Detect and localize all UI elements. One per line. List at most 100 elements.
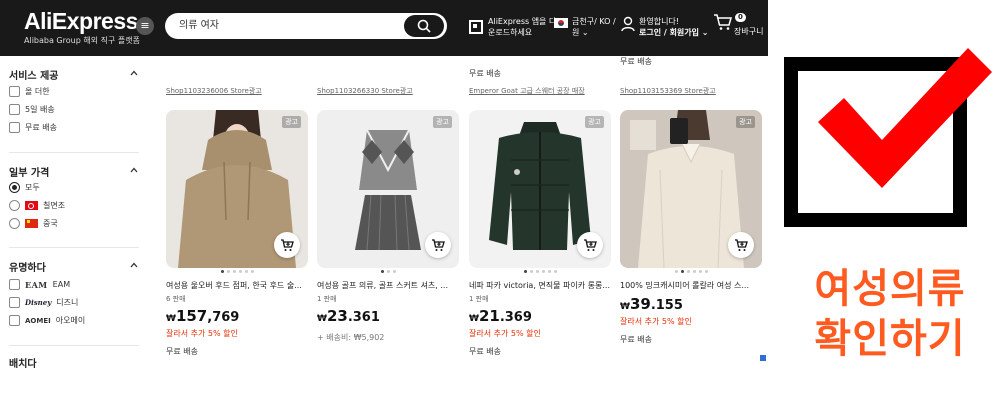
- ship-from-all[interactable]: 모두: [9, 182, 40, 193]
- product-title[interactable]: 100% 밍크캐시미어 롤칼라 여성 스...: [620, 280, 762, 291]
- checkbox[interactable]: [9, 315, 20, 326]
- sold-count: 6 판매: [166, 295, 186, 303]
- search-icon: [417, 19, 431, 33]
- sold-count: 1 판매: [469, 295, 489, 303]
- chevron-up-icon[interactable]: [130, 69, 138, 77]
- add-cart-icon: [432, 239, 445, 251]
- checkbox[interactable]: [9, 86, 20, 97]
- brand-option-eam[interactable]: EAM EAM: [9, 279, 70, 290]
- filter-option-choice[interactable]: 올 더한: [9, 86, 50, 97]
- ad-badge: 광고: [736, 116, 755, 128]
- ship-from-china[interactable]: 중국: [9, 218, 58, 229]
- ad-badge: 광고: [282, 116, 301, 128]
- chevron-up-icon[interactable]: [130, 166, 138, 174]
- product-card[interactable]: 광고 100% 밍크캐시미어 롤칼라 여성 스... ₩39.155 잘라서 추…: [620, 110, 762, 344]
- scroll-marker: [760, 355, 766, 361]
- price-filter-title: 일부 가격: [9, 168, 50, 179]
- add-to-cart-button[interactable]: [425, 232, 451, 258]
- radio-selected[interactable]: [9, 182, 20, 193]
- filter-option-free-shipping[interactable]: 무료 배송: [9, 122, 57, 133]
- product-price: ₩39.155: [620, 295, 683, 313]
- product-card[interactable]: 광고 네파 파카 victoria, 면직물 파이카 롱롱... 1 판매 ₩2…: [469, 110, 611, 356]
- search-button[interactable]: [404, 15, 444, 37]
- product-image[interactable]: 광고: [166, 110, 308, 268]
- product-card[interactable]: 광고 여성용 골프 의류, 골프 스커트 셔츠, ... 1 판매 ₩23.36…: [317, 110, 459, 342]
- china-flag-icon: [25, 219, 38, 228]
- welcome-text: 환영합니다!: [639, 17, 680, 26]
- radio[interactable]: [9, 218, 20, 229]
- prev-row-shipping: 무료 배송: [620, 57, 652, 66]
- service-filter-title: 서비스 제공: [9, 71, 59, 82]
- checkbox[interactable]: [9, 279, 20, 290]
- brand-filter-title: 유명하다: [9, 263, 46, 274]
- prev-row-shipping: 무료 배송: [469, 69, 501, 78]
- radio[interactable]: [9, 200, 20, 211]
- promo-text: 잘라서 추가 5% 할인: [166, 329, 238, 338]
- add-cart-icon: [281, 239, 294, 251]
- product-price: ₩23.361: [317, 307, 380, 325]
- user-icon: [621, 16, 635, 32]
- brand-option-disney[interactable]: Disney 디즈니: [9, 297, 78, 308]
- shop-link[interactable]: Emperor Goat 고급 스웨터 공장 매장: [469, 86, 585, 96]
- add-to-cart-button[interactable]: [577, 232, 603, 258]
- checkbox[interactable]: [9, 104, 20, 115]
- brand-option-aomei[interactable]: AOMEI 아오메이: [9, 315, 85, 326]
- filter-option-5day[interactable]: 5일 배송: [9, 104, 55, 115]
- app-download[interactable]: AliExpress 앱을 다 운로드하세요: [469, 16, 556, 38]
- korea-flag-icon: [554, 18, 568, 28]
- product-card[interactable]: 광고 여성용 울오버 후드 점퍼, 한국 후드 술... 6 판매 ₩157,7…: [166, 110, 308, 356]
- shipping-text: 무료 배송: [469, 347, 501, 356]
- divider: [9, 152, 139, 153]
- account-menu[interactable]: 환영합니다! 로그인 / 회원가입 ⌄: [621, 16, 709, 38]
- carousel-dots: [620, 270, 762, 273]
- shop-link[interactable]: Shop1103236006 Store광고: [166, 86, 262, 96]
- product-title[interactable]: 네파 파카 victoria, 면직물 파이카 롱롱...: [469, 280, 611, 291]
- add-cart-icon: [735, 239, 748, 251]
- search-bar: 의류 여자: [165, 13, 447, 39]
- brand-logo-aomei: AOMEI: [25, 316, 51, 325]
- overlay-text-line2: 확인하기: [814, 316, 966, 362]
- logo-text: AliExpress: [24, 8, 138, 34]
- search-input[interactable]: 의류 여자: [179, 13, 219, 39]
- option-label: 올 더한: [25, 87, 50, 96]
- option-label: 중국: [43, 219, 58, 228]
- menu-icon[interactable]: ≡: [136, 17, 154, 35]
- option-label: EAM: [52, 280, 71, 289]
- checkbox[interactable]: [9, 297, 20, 308]
- ad-badge: 광고: [585, 116, 604, 128]
- promo-text: 잘라서 추가 5% 할인: [469, 329, 541, 338]
- aliexpress-logo[interactable]: AliExpress Alibaba Group 해외 직구 플랫폼: [24, 8, 140, 46]
- option-label: 모두: [25, 183, 40, 192]
- product-price: ₩157,769: [166, 307, 240, 325]
- divider: [9, 247, 139, 248]
- add-to-cart-button[interactable]: [728, 232, 754, 258]
- checkbox[interactable]: [9, 122, 20, 133]
- turkey-flag-icon: [25, 201, 38, 210]
- product-title[interactable]: 여성용 골프 의류, 골프 스커트 셔츠, ...: [317, 280, 459, 291]
- app-line-2: 운로드하세요: [488, 28, 533, 37]
- option-label: 5일 배송: [25, 105, 55, 114]
- login-signup-text: 로그인 / 회원가입 ⌄: [639, 28, 709, 37]
- cart-button[interactable]: 0 장바구니: [713, 13, 763, 36]
- option-label: 아오메이: [55, 316, 86, 325]
- product-title[interactable]: 여성용 울오버 후드 점퍼, 한국 후드 술...: [166, 280, 308, 291]
- carousel-dots: [317, 270, 459, 273]
- option-label: 디즈니: [56, 298, 79, 307]
- option-label: 무료 배송: [25, 123, 57, 132]
- top-header: AliExpress Alibaba Group 해외 직구 플랫폼 ≡ 의류 …: [0, 0, 768, 56]
- product-image[interactable]: 광고: [317, 110, 459, 268]
- ship-from-turkey[interactable]: 칠면조: [9, 200, 65, 211]
- product-image[interactable]: 광고: [469, 110, 611, 268]
- option-label: 칠면조: [43, 201, 66, 210]
- shop-link[interactable]: Shop1103266330 Store광고: [317, 86, 413, 96]
- app-line-1: AliExpress 앱을 다: [488, 17, 557, 26]
- add-to-cart-button[interactable]: [274, 232, 300, 258]
- shop-link[interactable]: Shop1103153369 Store광고: [620, 86, 716, 96]
- filter-sidebar: 서비스 제공 올 더한 5일 배송 무료 배송 일부 가격 모두 칠면조 중국 …: [0, 56, 148, 400]
- qr-code-icon: [469, 20, 483, 34]
- shipping-text: 무료 배송: [620, 335, 652, 344]
- product-image[interactable]: 광고: [620, 110, 762, 268]
- chevron-up-icon[interactable]: [130, 261, 138, 269]
- brand-logo-eam: EAM: [25, 279, 48, 290]
- language-currency-selector[interactable]: 금천구/ KO / 원 ⌄: [554, 16, 616, 38]
